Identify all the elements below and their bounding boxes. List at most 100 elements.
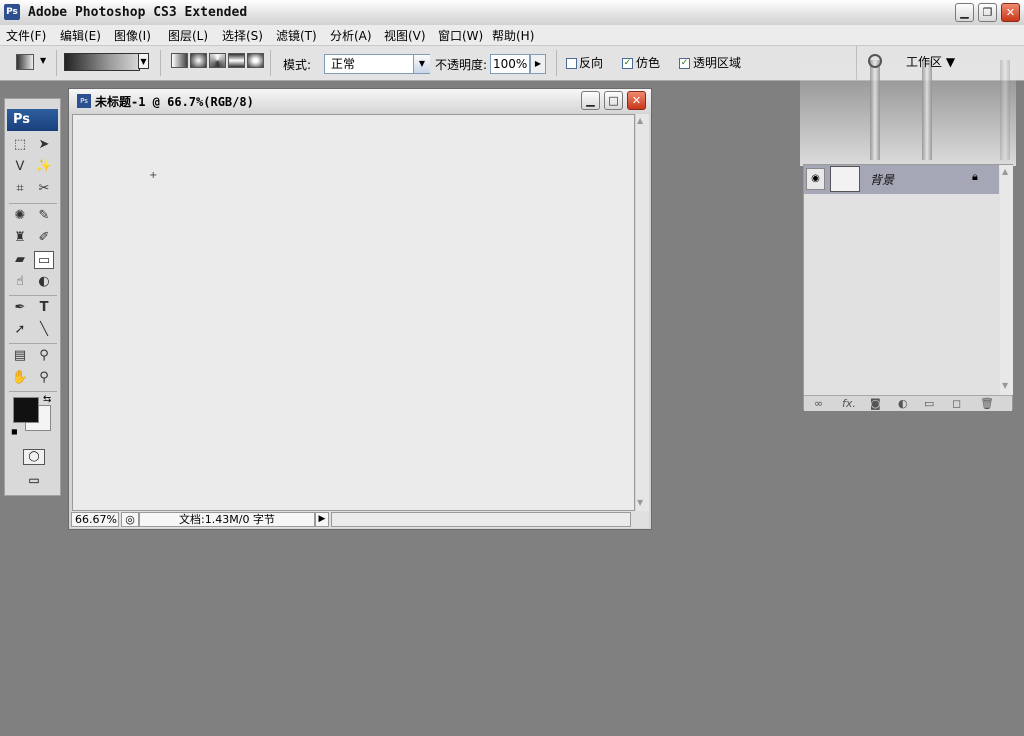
- dodge-icon[interactable]: ◐: [34, 273, 54, 291]
- opacity-label: 不透明度:: [435, 58, 488, 72]
- notes-icon[interactable]: ▤: [10, 347, 30, 365]
- doc-close-button[interactable]: ✕: [627, 91, 646, 110]
- quick-mask-icon[interactable]: ◯: [23, 449, 45, 465]
- divider: [160, 50, 161, 76]
- menu-help[interactable]: 帮助(H): [492, 27, 534, 44]
- slice-icon[interactable]: ✂: [34, 180, 54, 198]
- layer-name: 背景: [870, 173, 895, 187]
- link-icon[interactable]: ∞: [814, 396, 823, 411]
- status-info-icon[interactable]: ◎: [121, 512, 139, 527]
- hand-icon[interactable]: ✋: [10, 369, 30, 387]
- divider: [56, 50, 57, 76]
- mode-value: 正常: [331, 57, 356, 71]
- toolbox-divider: [9, 295, 57, 296]
- menu-edit[interactable]: 编辑(E): [60, 27, 101, 44]
- menu-analysis[interactable]: 分析(A): [330, 27, 372, 44]
- visibility-eye-icon[interactable]: ◉: [806, 168, 825, 190]
- gradient-dropdown-arrow[interactable]: ▼: [138, 53, 149, 69]
- layer-row[interactable]: ◉ 背景 🔒︎: [804, 165, 999, 194]
- fx-icon[interactable]: fx.: [842, 396, 856, 411]
- clone-stamp-icon[interactable]: ♜: [10, 229, 30, 247]
- reverse-label: 反向: [579, 56, 604, 70]
- search-icon[interactable]: [868, 54, 882, 68]
- layer-thumbnail: [830, 166, 860, 192]
- scroll-up-icon[interactable]: ▲: [637, 116, 643, 125]
- screen-mode-icon[interactable]: ▭: [23, 473, 45, 487]
- menu-layer[interactable]: 图层(L): [168, 27, 208, 44]
- healing-brush-icon[interactable]: ✺: [10, 207, 30, 225]
- gradient-icon[interactable]: ▭: [34, 251, 54, 269]
- document-window: Ps 未标题-1 @ 66.7%(RGB/8) ▁ □ ✕ + ▲ ▼ 66.6…: [68, 88, 652, 530]
- transparency-checkbox[interactable]: ✓: [679, 58, 690, 69]
- dither-checkbox[interactable]: ✓: [622, 58, 633, 69]
- toolbox-divider: [9, 203, 57, 204]
- layers-scrollbar[interactable]: ▲ ▼: [1000, 165, 1013, 395]
- scroll-up-icon[interactable]: ▲: [1002, 167, 1008, 176]
- doc-minimize-button[interactable]: ▁: [581, 91, 600, 110]
- reflected-gradient-icon[interactable]: [228, 53, 245, 68]
- menu-select[interactable]: 选择(S): [222, 27, 263, 44]
- new-layer-icon[interactable]: ◻: [952, 396, 961, 411]
- divider: [270, 50, 271, 76]
- swap-colors-icon[interactable]: ⇆: [43, 394, 51, 405]
- foreground-color-swatch[interactable]: [13, 397, 39, 423]
- brush-icon[interactable]: ✎: [34, 207, 54, 225]
- eraser-icon[interactable]: ▰: [10, 251, 30, 269]
- blur-icon[interactable]: ☝: [10, 273, 30, 291]
- scroll-down-icon[interactable]: ▼: [637, 498, 643, 507]
- doc-maximize-button[interactable]: □: [604, 91, 623, 110]
- line-icon[interactable]: ╲: [34, 321, 54, 339]
- vertical-scrollbar[interactable]: ▲ ▼: [636, 114, 649, 511]
- doc-info: 文档:1.43M/0 字节: [139, 512, 315, 527]
- pen-icon[interactable]: ✒: [10, 299, 30, 317]
- canvas[interactable]: +: [72, 114, 635, 511]
- adjustment-icon[interactable]: ◐: [898, 396, 908, 411]
- scroll-down-icon[interactable]: ▼: [1002, 381, 1008, 390]
- minimize-button[interactable]: ▁: [955, 3, 974, 22]
- diamond-gradient-icon[interactable]: [247, 53, 264, 68]
- document-status-bar: 66.67% ◎ 文档:1.43M/0 字节 ▶: [71, 511, 649, 528]
- close-button[interactable]: ✕: [1001, 3, 1020, 22]
- path-select-icon[interactable]: ➚: [10, 321, 30, 339]
- crop-icon[interactable]: ⌗: [10, 180, 30, 198]
- divider: [556, 50, 557, 76]
- linear-gradient-icon[interactable]: [171, 53, 188, 68]
- magic-wand-icon[interactable]: ✨: [34, 158, 54, 176]
- status-menu-arrow[interactable]: ▶: [315, 512, 329, 527]
- menu-view[interactable]: 视图(V): [384, 27, 426, 44]
- menu-file[interactable]: 文件(F): [6, 27, 46, 44]
- toolbox-divider: [9, 391, 57, 392]
- gradient-picker[interactable]: [64, 53, 140, 71]
- chevron-down-icon[interactable]: ▼: [40, 56, 46, 65]
- menu-window[interactable]: 窗口(W): [438, 27, 483, 44]
- restore-button[interactable]: ❐: [978, 3, 997, 22]
- menu-filter[interactable]: 滤镜(T): [276, 27, 317, 44]
- mode-dropdown-arrow[interactable]: ▼: [413, 55, 430, 73]
- trash-icon[interactable]: 🗑︎: [980, 396, 994, 411]
- radial-gradient-icon[interactable]: [190, 53, 207, 68]
- opacity-slider-arrow[interactable]: ▶: [530, 54, 546, 74]
- lasso-icon[interactable]: ᐯ: [10, 158, 30, 176]
- workspace-menu[interactable]: 工作区 ▼: [906, 53, 955, 70]
- reverse-checkbox[interactable]: [566, 58, 577, 69]
- eyedropper-icon[interactable]: ⚲: [34, 347, 54, 365]
- opacity-field[interactable]: 100%: [490, 54, 530, 74]
- angle-gradient-icon[interactable]: [209, 53, 226, 68]
- menu-image[interactable]: 图像(I): [114, 27, 151, 44]
- zoom-icon[interactable]: ⚲: [34, 369, 54, 387]
- dither-label: 仿色: [636, 56, 661, 70]
- move-icon[interactable]: ➤: [34, 136, 54, 154]
- document-title-bar[interactable]: Ps 未标题-1 @ 66.7%(RGB/8) ▁ □ ✕: [69, 89, 651, 113]
- horizontal-scrollbar[interactable]: [331, 512, 631, 527]
- mask-icon[interactable]: ◙: [870, 396, 881, 411]
- window-title: Adobe Photoshop CS3 Extended: [28, 5, 248, 20]
- history-brush-icon[interactable]: ✐: [34, 229, 54, 247]
- rect-marquee-icon[interactable]: ⬚: [10, 136, 30, 154]
- zoom-field[interactable]: 66.67%: [71, 512, 119, 527]
- default-colors-icon[interactable]: ◼: [11, 427, 18, 436]
- toolbox-divider: [9, 343, 57, 344]
- tool-preset-icon[interactable]: [16, 54, 34, 70]
- layers-footer: ∞ fx. ◙ ◐ ▭ ◻ 🗑︎: [804, 395, 1012, 411]
- type-icon[interactable]: T: [34, 299, 54, 317]
- group-icon[interactable]: ▭: [924, 396, 934, 411]
